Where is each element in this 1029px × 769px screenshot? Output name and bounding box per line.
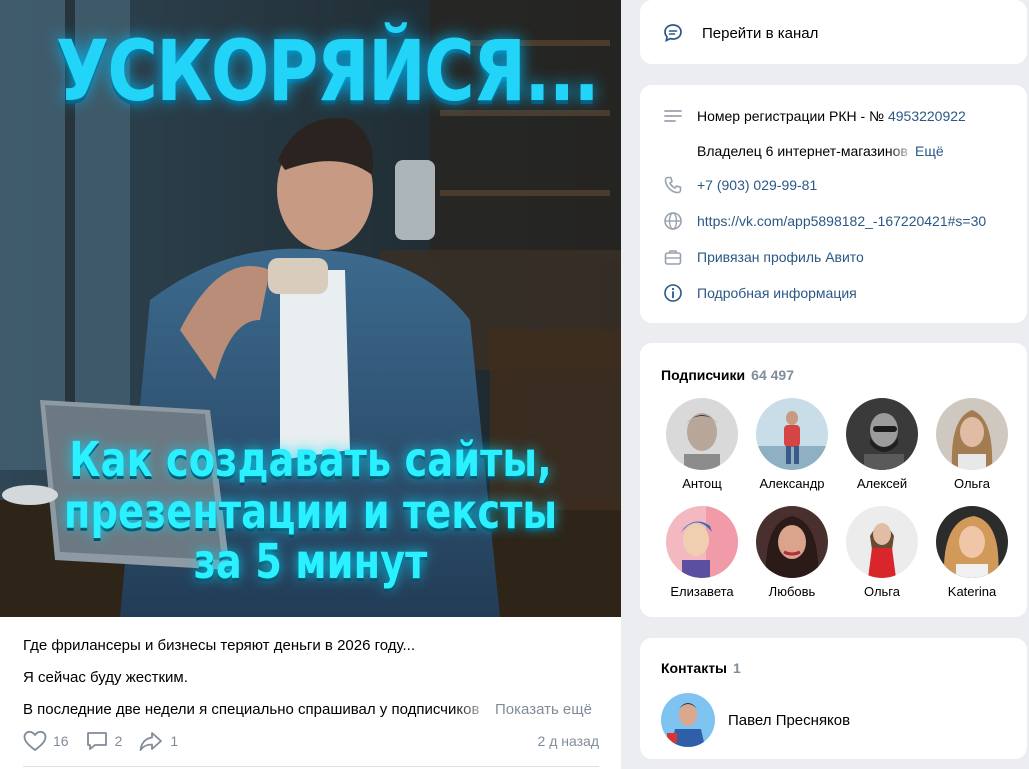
globe-icon — [662, 210, 684, 232]
website-link: https://vk.com/app5898182_-167220421#s=3… — [697, 213, 987, 229]
comment-button[interactable]: 2 — [85, 730, 123, 752]
avito-link: Привязан профиль Авито — [697, 249, 864, 265]
comment-icon — [86, 732, 107, 750]
subscriber-item[interactable]: Антощ — [657, 398, 747, 491]
subscriber-name: Антощ — [682, 476, 722, 491]
subscribers-count: 64 497 — [751, 367, 794, 383]
share-count: 1 — [170, 733, 179, 749]
info-registration: Номер регистрации РКН - № 4953220922 — [662, 106, 966, 126]
post-image-subline-2: презентации и тексты — [63, 484, 558, 540]
subscriber-item[interactable]: Любовь — [747, 506, 837, 599]
avatar — [846, 506, 918, 578]
briefcase-icon — [662, 246, 684, 268]
post-actions: 16 2 1 2 д назад — [23, 727, 599, 755]
go-to-channel-button[interactable]: Перейти в канал — [662, 22, 818, 44]
message-icon — [664, 24, 682, 43]
like-button[interactable]: 16 — [23, 730, 69, 752]
details-link: Подробная информация — [697, 285, 857, 301]
post-time[interactable]: 2 д назад — [538, 733, 599, 749]
post-card: УСКОРЯЙСЯ... Как создавать сайты, презен… — [0, 0, 621, 769]
avatar — [666, 398, 738, 470]
share-icon — [139, 732, 163, 751]
subscriber-name: Любовь — [768, 584, 816, 599]
subscriber-item[interactable]: Елизавета — [657, 506, 747, 599]
channel-card: Перейти в канал — [640, 0, 1027, 64]
subscribers-card: Подписчики 64 497 Антощ Александр Алексей… — [640, 343, 1027, 617]
avatar — [756, 398, 828, 470]
subscriber-item[interactable]: Katerina — [927, 506, 1017, 599]
registration-label: Номер регистрации РКН - № — [697, 108, 888, 124]
info-avito[interactable]: Привязан профиль Авито — [662, 247, 864, 267]
description-more-link[interactable]: Ещё — [915, 143, 944, 159]
info-description: Владелец 6 интернет-магазинов Ещё — [697, 141, 944, 161]
subscriber-name: Алексей — [856, 476, 908, 491]
contact-item[interactable]: Павел Пресняков — [661, 693, 850, 747]
like-count: 16 — [53, 733, 69, 749]
subscriber-name: Katerina — [947, 584, 997, 599]
info-website[interactable]: https://vk.com/app5898182_-167220421#s=3… — [662, 211, 986, 231]
subscriber-item[interactable]: Алексей — [837, 398, 927, 491]
post-image-headline: УСКОРЯЙСЯ... — [55, 22, 600, 120]
subscriber-name: Ольга — [863, 584, 900, 599]
avatar — [661, 693, 715, 747]
subscriber-name: Александр — [759, 476, 825, 491]
subscribers-title: Подписчики — [661, 367, 746, 383]
contact-name: Павел Пресняков — [728, 711, 851, 729]
comment-count: 2 — [114, 733, 123, 749]
subscriber-item[interactable]: Ольга — [837, 506, 927, 599]
avatar — [936, 398, 1008, 470]
avatar — [936, 506, 1008, 578]
description-text: Владелец 6 интернет-магазинов — [697, 143, 915, 159]
text-lines-icon — [662, 105, 684, 127]
subscriber-item[interactable]: Александр — [747, 398, 837, 491]
subscriber-name: Елизавета — [670, 584, 734, 599]
post-text-line-1: Где фрилансеры и бизнесы теряют деньги в… — [23, 637, 416, 654]
post-text-line-2: Я сейчас буду жестким. — [23, 669, 188, 686]
registration-number-link[interactable]: 4953220922 — [888, 108, 966, 124]
heart-icon — [23, 730, 47, 752]
contacts-card: Контакты 1 Павел Пресняков — [640, 638, 1027, 759]
info-details[interactable]: Подробная информация — [662, 283, 857, 303]
subscriber-item[interactable]: Ольга — [927, 398, 1017, 491]
avatar — [756, 506, 828, 578]
avatar — [666, 506, 738, 578]
post-text: Где фрилансеры и бизнесы теряют деньги в… — [23, 636, 603, 732]
info-card: Номер регистрации РКН - № 4953220922 Вла… — [640, 85, 1027, 323]
go-to-channel-label: Перейти в канал — [702, 24, 819, 42]
post-image-subline-3: за 5 минут — [193, 534, 428, 590]
contacts-header[interactable]: Контакты 1 — [661, 660, 741, 676]
contacts-count: 1 — [733, 660, 741, 676]
phone-icon — [662, 174, 684, 196]
avatar — [846, 398, 918, 470]
info-phone[interactable]: +7 (903) 029-99-81 — [662, 175, 817, 195]
post-image[interactable]: УСКОРЯЙСЯ... Как создавать сайты, презен… — [0, 0, 621, 617]
info-icon — [662, 282, 684, 304]
post-image-subline-1: Как создавать сайты, — [69, 432, 552, 488]
subscriber-name: Ольга — [953, 476, 990, 491]
contacts-title: Контакты — [661, 660, 728, 676]
share-button[interactable]: 1 — [138, 730, 178, 752]
subscribers-header[interactable]: Подписчики 64 497 — [661, 367, 794, 383]
phone-link: +7 (903) 029-99-81 — [697, 177, 818, 193]
post-divider — [23, 766, 599, 767]
